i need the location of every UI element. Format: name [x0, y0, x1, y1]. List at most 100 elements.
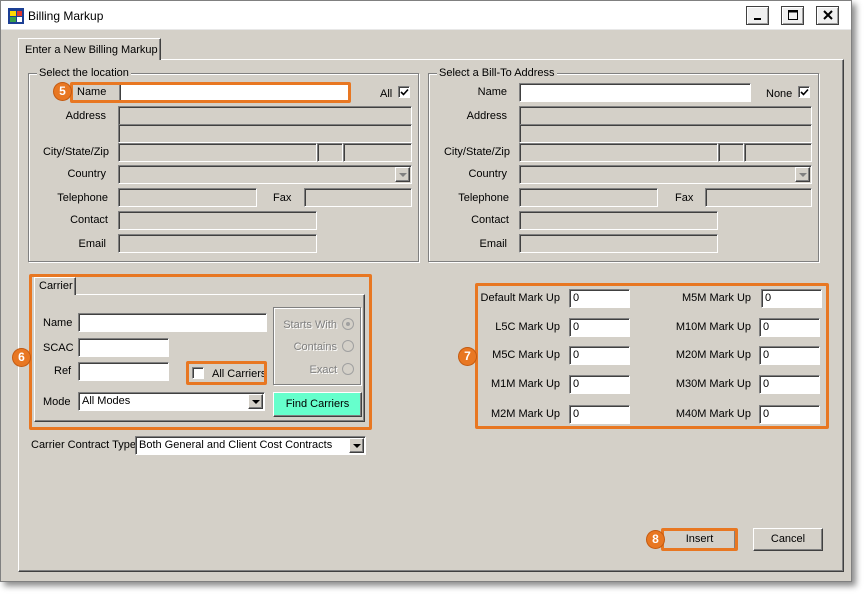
billto-zip-field [744, 143, 812, 162]
contract-type-select[interactable]: Both General and Client Cost Contracts [135, 436, 366, 455]
app-icon [8, 8, 24, 24]
exact-label: Exact [309, 364, 337, 376]
dropdown-button[interactable] [248, 394, 263, 409]
billto-address-label: Address [466, 110, 507, 122]
markup-label: M30M Mark Up [675, 378, 751, 390]
chevron-down-icon [252, 400, 260, 404]
billto-address-line1 [519, 106, 812, 125]
tab-label: Enter a New Billing Markup [25, 44, 158, 56]
find-carriers-button[interactable]: Find Carriers [273, 392, 362, 417]
markup-input[interactable]: 0 [761, 289, 822, 308]
billto-country-select [519, 165, 812, 184]
starts-with-label: Starts With [283, 319, 337, 331]
dropdown-button [795, 167, 810, 182]
markup-label: M2M Mark Up [490, 408, 560, 420]
location-address-label: Address [65, 110, 106, 122]
markup-label: L5C Mark Up [495, 321, 560, 333]
close-icon [823, 10, 833, 20]
chevron-down-icon [399, 173, 407, 177]
location-email-label: Email [78, 238, 106, 250]
markup-label: M10M Mark Up [675, 321, 751, 333]
billto-email-label: Email [479, 238, 507, 250]
billto-fax-label: Fax [675, 192, 694, 204]
billto-city-field [519, 143, 718, 162]
carrier-ref-input[interactable] [78, 362, 169, 381]
contract-type-label: Carrier Contract Type [31, 439, 136, 451]
markup-label: Default Mark Up [480, 292, 560, 304]
billto-none-checkbox[interactable] [798, 86, 810, 98]
location-contact-field [118, 211, 317, 230]
all-carriers-label: All Carriers [212, 368, 267, 380]
location-name-input[interactable] [119, 83, 348, 102]
contains-label: Contains [293, 341, 337, 353]
chevron-down-icon [353, 444, 361, 448]
insert-button[interactable]: Insert [663, 528, 736, 551]
dropdown-button[interactable] [349, 438, 364, 453]
location-address-line1 [118, 106, 412, 125]
location-all-label: All [380, 88, 393, 100]
chevron-down-icon [799, 173, 807, 177]
checkmark-icon [800, 88, 809, 96]
markup-input[interactable]: 0 [569, 318, 630, 337]
billto-name-input[interactable] [519, 83, 751, 102]
billto-contact-field [519, 211, 718, 230]
location-address-line2 [118, 124, 412, 143]
markup-input[interactable]: 0 [759, 318, 820, 337]
tab-carrier[interactable]: Carrier [34, 277, 76, 295]
location-legend: Select the location [37, 67, 131, 79]
billto-contact-label: Contact [471, 214, 509, 226]
billto-address-line2 [519, 124, 812, 143]
carrier-scac-label: SCAC [43, 342, 74, 354]
billto-fax-field [705, 188, 812, 207]
markup-input[interactable]: 0 [569, 346, 630, 365]
location-country-select [118, 165, 412, 184]
billto-country-label: Country [468, 168, 507, 180]
tab-new-billing-markup[interactable]: Enter a New Billing Markup [18, 38, 161, 60]
contains-radio[interactable] [342, 340, 354, 352]
carrier-mode-label: Mode [43, 396, 71, 408]
carrier-name-input[interactable] [78, 313, 267, 332]
maximize-button[interactable] [781, 6, 804, 25]
location-contact-label: Contact [70, 214, 108, 226]
markup-label: M1M Mark Up [490, 378, 560, 390]
markup-input[interactable]: 0 [759, 375, 820, 394]
callout-badge-location-name: 5 [54, 83, 71, 100]
carrier-ref-label: Ref [54, 365, 72, 377]
markup-label: M20M Mark Up [675, 349, 751, 361]
exact-radio[interactable] [342, 363, 354, 375]
markup-input[interactable]: 0 [569, 405, 630, 424]
carrier-scac-input[interactable] [78, 338, 169, 357]
billto-telephone-label: Telephone [458, 192, 509, 204]
all-carriers-checkbox[interactable] [192, 367, 204, 379]
location-telephone-field [118, 188, 257, 207]
billto-state-field [718, 143, 744, 162]
carrier-mode-select[interactable]: All Modes [78, 392, 265, 411]
markup-input[interactable]: 0 [569, 289, 630, 308]
billto-none-label: None [766, 88, 793, 100]
markup-label: M5C Mark Up [492, 349, 560, 361]
carrier-name-label: Name [43, 317, 73, 329]
close-button[interactable] [816, 6, 839, 25]
title-bar[interactable]: Billing Markup [1, 1, 851, 30]
mode-selected-value: All Modes [82, 395, 131, 407]
cancel-button[interactable]: Cancel [753, 528, 823, 551]
markup-input[interactable]: 0 [569, 375, 630, 394]
minimize-button[interactable] [746, 6, 769, 25]
carrier-tab-label: Carrier [39, 280, 73, 292]
location-email-field [118, 234, 317, 253]
billto-city-label: City/State/Zip [443, 146, 510, 158]
location-name-label: Name [77, 86, 107, 98]
billto-legend: Select a Bill-To Address [437, 67, 557, 79]
minimize-icon [754, 18, 761, 20]
location-fax-field [304, 188, 412, 207]
contract-type-value: Both General and Client Cost Contracts [139, 439, 333, 451]
markup-input[interactable]: 0 [759, 346, 820, 365]
location-state-field [317, 143, 343, 162]
dropdown-button [395, 167, 410, 182]
starts-with-radio[interactable] [342, 318, 354, 330]
markup-label: M5M Mark Up [681, 292, 751, 304]
location-fax-label: Fax [273, 192, 292, 204]
location-all-checkbox[interactable] [398, 86, 410, 98]
markup-input[interactable]: 0 [759, 405, 820, 424]
callout-badge-carrier: 6 [13, 349, 30, 366]
